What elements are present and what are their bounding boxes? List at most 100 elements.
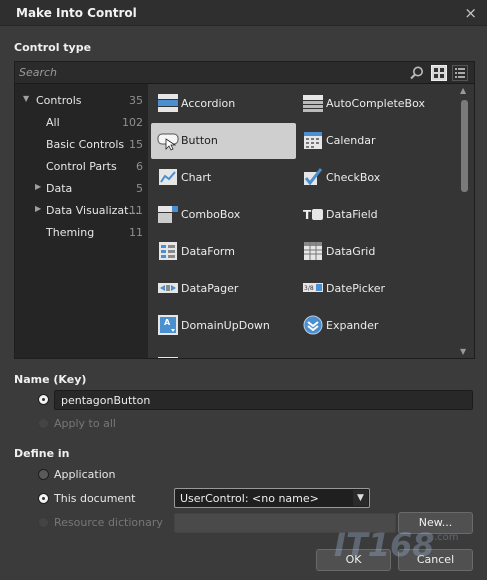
application-radio[interactable]: [38, 469, 49, 480]
tree-item-label: Controls: [36, 94, 82, 107]
control-item-datapager[interactable]: DataPager: [151, 271, 296, 307]
apply-to-all-label: Apply to all: [54, 417, 116, 430]
datapager-icon: [158, 283, 178, 293]
this-document-radio[interactable]: [38, 493, 49, 504]
control-item-label: ComboBox: [181, 208, 241, 221]
control-item-combobox[interactable]: ComboBox: [151, 197, 296, 233]
document-dropdown-value: UserControl: <no name>: [180, 492, 319, 505]
tree-item-theming[interactable]: Theming 11: [15, 222, 147, 244]
close-icon[interactable]: ×: [464, 4, 477, 22]
svg-text:T: T: [303, 208, 312, 222]
control-item-dataform[interactable]: DataForm: [151, 234, 296, 270]
control-type-label: Control type: [14, 41, 92, 54]
define-in-label: Define in: [14, 447, 70, 460]
chart-icon: [159, 169, 177, 185]
tree-item-label: Control Parts: [46, 160, 117, 173]
svg-text:IT168: IT168: [334, 526, 435, 564]
control-picker: ▼ Controls 35 All 102 Basic Controls 15 …: [14, 61, 475, 359]
this-document-label[interactable]: This document: [54, 492, 135, 505]
control-item-label: AutoCompleteBox: [326, 97, 425, 110]
chevron-down-icon[interactable]: ▼: [353, 490, 368, 506]
vertical-scrollbar[interactable]: ▲ ▼: [457, 84, 472, 358]
tree-item-count: 6: [136, 160, 143, 173]
document-dropdown[interactable]: UserControl: <no name> ▼: [174, 488, 370, 508]
scroll-thumb[interactable]: [461, 100, 468, 192]
accordion-icon: [158, 94, 178, 112]
tree-item-count: 5: [136, 182, 143, 195]
control-grid: Accordion AutoCompleteBox Button Calenda…: [148, 84, 474, 358]
application-label[interactable]: Application: [54, 468, 115, 481]
tree-item-label: Theming: [46, 226, 95, 239]
svg-text:.com: .com: [434, 532, 459, 543]
control-item-label: Button: [181, 134, 218, 147]
collapsed-arrow-icon[interactable]: ▶: [35, 204, 41, 213]
control-item-label: DataPager: [181, 282, 239, 295]
tree-item-label: Data Visualizat...: [46, 204, 139, 217]
tree-item-label: Basic Controls: [46, 138, 125, 151]
search-bar: [15, 62, 474, 84]
domainupdown-icon: A: [158, 315, 178, 335]
list-view-icon[interactable]: [452, 65, 468, 81]
expander-icon: [303, 315, 323, 335]
datagrid-icon: [304, 242, 322, 260]
resource-dictionary-radio: [38, 517, 49, 528]
control-item-calendar[interactable]: Calendar: [296, 123, 441, 159]
tree-item-label: Data: [46, 182, 73, 195]
control-item-partial: [151, 345, 296, 358]
control-item-datafield[interactable]: T DataField: [296, 197, 441, 233]
grid-view-icon[interactable]: [431, 65, 447, 81]
svg-text:A: A: [164, 318, 171, 327]
control-item-autocompletebox[interactable]: AutoCompleteBox: [296, 86, 441, 122]
title-bar: Make Into Control ×: [0, 0, 487, 26]
datafield-icon: T: [303, 208, 323, 222]
combobox-icon: [158, 206, 178, 223]
collapsed-arrow-icon[interactable]: ▶: [35, 182, 41, 191]
name-radio[interactable]: [38, 394, 49, 405]
tree-item-controls[interactable]: ▼ Controls 35: [15, 90, 147, 112]
control-item-chart[interactable]: Chart: [151, 160, 296, 196]
scroll-up-icon[interactable]: ▲: [460, 86, 466, 95]
control-item-label: Expander: [326, 319, 379, 332]
control-item-label: DomainUpDown: [181, 319, 270, 332]
control-item-accordion[interactable]: Accordion: [151, 86, 296, 122]
control-item-label: Chart: [181, 171, 212, 184]
name-key-label: Name (Key): [14, 373, 87, 386]
control-item-label: DataField: [326, 208, 378, 221]
control-item-label: DataForm: [181, 245, 235, 258]
svg-text:3/8: 3/8: [304, 285, 314, 292]
tree-item-all[interactable]: All 102: [15, 112, 147, 134]
control-item-datagrid[interactable]: DataGrid: [296, 234, 441, 270]
magnifier-icon[interactable]: [409, 65, 425, 81]
tree-item-count: 102: [122, 116, 143, 129]
category-tree: ▼ Controls 35 All 102 Basic Controls 15 …: [15, 84, 147, 358]
control-item-domainupdown[interactable]: A DomainUpDown: [151, 308, 296, 344]
dialog-title: Make Into Control: [16, 6, 137, 20]
autocompletebox-icon: [303, 95, 323, 112]
control-item-label: Calendar: [326, 134, 376, 147]
tree-item-basic-controls[interactable]: Basic Controls 15: [15, 134, 147, 156]
calendar-icon: [304, 132, 322, 149]
control-item-datepicker[interactable]: 3/8 DatePicker: [296, 271, 441, 307]
checkbox-icon: [304, 168, 323, 186]
tree-item-data[interactable]: ▶ Data 5: [15, 178, 147, 200]
search-input[interactable]: [19, 64, 399, 81]
tree-item-count: 11: [129, 226, 143, 239]
resource-dictionary-label: Resource dictionary: [54, 516, 163, 529]
tree-item-count: 11: [129, 204, 143, 217]
control-item-label: DataGrid: [326, 245, 376, 258]
scroll-down-icon[interactable]: ▼: [460, 347, 466, 356]
control-item-button[interactable]: Button: [151, 123, 296, 159]
tree-item-data-visualization[interactable]: ▶ Data Visualizat... 11: [15, 200, 147, 222]
control-item-expander[interactable]: Expander: [296, 308, 441, 344]
dataform-icon: [159, 242, 177, 260]
tree-item-label: All: [46, 116, 60, 129]
control-item-label: DatePicker: [326, 282, 386, 295]
apply-to-all-radio: [38, 418, 49, 429]
control-item-label: CheckBox: [326, 171, 381, 184]
tree-item-control-parts[interactable]: Control Parts 6: [15, 156, 147, 178]
expanded-arrow-icon[interactable]: ▼: [23, 94, 29, 103]
button-icon: [157, 133, 179, 151]
name-field[interactable]: pentagonButton: [54, 390, 473, 410]
control-item-checkbox[interactable]: CheckBox: [296, 160, 441, 196]
it168-watermark-logo: IT168 .com: [334, 526, 459, 564]
